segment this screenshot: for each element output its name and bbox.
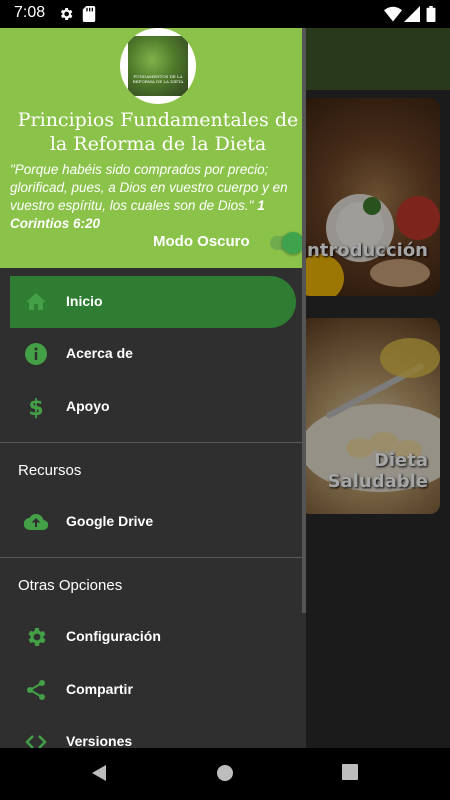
app-logo: FUNDAMENTOS DE LA REFORMA DE LA DIETA [120,28,196,104]
dark-mode-label: Modo Oscuro [153,233,250,250]
status-bar: 7:08 [0,0,450,28]
battery-icon [426,6,436,22]
switch-thumb [282,232,304,254]
svg-text:$: $ [28,396,43,419]
menu-item-configuracion[interactable]: Configuración [10,611,296,663]
cell-signal-icon [404,6,420,22]
menu-item-label: Compartir [66,681,133,697]
section-title-otras-opciones: Otras Opciones [18,577,123,594]
settings-status-icon [60,8,73,20]
menu-item-label: Versiones [66,733,133,748]
drawer-header: FUNDAMENTOS DE LA REFORMA DE LA DIETA Pr… [0,28,306,268]
sd-card-icon [82,6,96,22]
share-icon [27,680,45,700]
code-icon [25,735,47,748]
home-icon [26,293,46,310]
logo-photo [128,36,188,96]
info-icon [25,343,47,365]
dark-mode-switch[interactable] [268,232,304,254]
section-title-recursos: Recursos [18,462,82,479]
gear-icon [28,628,46,646]
navigation-drawer: FUNDAMENTOS DE LA REFORMA DE LA DIETA Pr… [0,28,306,748]
divider [0,442,306,443]
system-nav-bar [0,748,450,800]
dollar-icon: $ [28,396,43,419]
menu-item-label: Google Drive [66,513,154,529]
cloud-upload-icon [24,513,48,531]
divider [0,557,306,558]
status-time: 7:08 [14,4,46,21]
menu-item-label: Apoyo [66,398,110,414]
menu-item-compartir[interactable]: Compartir [10,664,296,716]
logo-text: FUNDAMENTOS DE LA REFORMA DE LA DIETA [132,74,184,84]
menu-item-acerca-de[interactable]: Acerca de [10,328,296,380]
menu-item-label: Configuración [66,628,161,644]
drawer-title: Principios Fundamentales de la Reforma d… [17,109,299,155]
wifi-icon [384,6,402,22]
home-nav-icon[interactable] [216,764,234,782]
recents-icon[interactable] [342,764,358,780]
drawer-scrollbar[interactable] [302,28,306,613]
menu-item-label: Inicio [66,293,103,309]
menu-item-versiones[interactable]: Versiones [10,716,296,748]
menu-item-apoyo[interactable]: $ Apoyo [10,381,296,433]
back-icon[interactable] [90,764,108,782]
menu-item-google-drive[interactable]: Google Drive [10,496,296,548]
menu-item-label: Acerca de [66,345,133,361]
menu-item-inicio[interactable]: Inicio [10,276,296,328]
bible-verse: "Porque habéis sido comprados por precio… [10,161,300,233]
verse-text: "Porque habéis sido comprados por precio… [10,162,288,213]
